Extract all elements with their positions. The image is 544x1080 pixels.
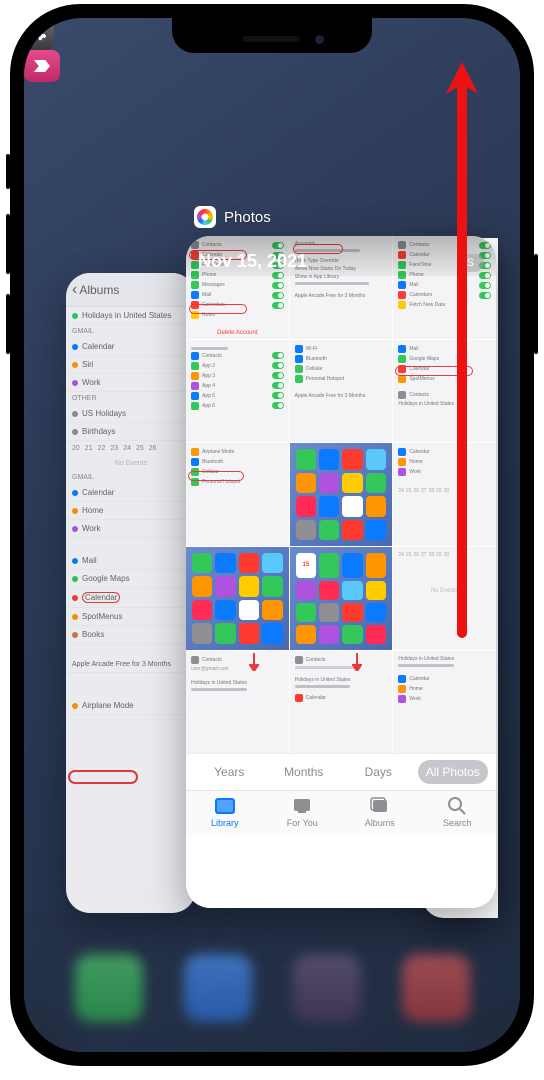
photo-thumb[interactable]: Wi-Fi Bluetooth Cellular Personal Hotspo… <box>290 340 393 443</box>
photo-thumb[interactable]: Airplane Mode Bluetooth Cellular Persona… <box>186 443 289 546</box>
switcher-card-photos[interactable]: Nov 15, 2021 S Contacts Calendar FaceTim… <box>186 236 496 908</box>
photo-thumb[interactable]: Contacts App 2 App 3 App 4 App 5 App 6 <box>186 340 289 443</box>
segment-months[interactable]: Months <box>269 760 340 784</box>
dock-app-1 <box>75 954 143 1022</box>
for-you-icon <box>291 796 313 816</box>
switcher-card-background-app[interactable]: ‹ Albums Holidays in United States GMAIL… <box>66 273 196 913</box>
photos-select-button[interactable]: S <box>457 254 484 272</box>
segment-all-photos[interactable]: All Photos <box>418 760 489 784</box>
photo-thumb[interactable]: Contacts user@gmail.com Holidays in Unit… <box>186 651 289 754</box>
photo-thumb-homescreen[interactable] <box>186 547 289 650</box>
photos-date-header: Nov 15, 2021 S <box>186 236 496 276</box>
photo-thumb[interactable]: 24252627282930 No Events <box>393 547 496 650</box>
screen: Photos ‹ Albums Holidays in United State… <box>24 18 520 1052</box>
library-icon <box>214 796 236 816</box>
dock-app-3 <box>293 954 361 1022</box>
segment-years[interactable]: Years <box>194 760 265 784</box>
switcher-app-settings-icon[interactable] <box>24 18 54 50</box>
search-icon <box>446 796 468 816</box>
photos-app-icon <box>194 206 216 228</box>
switcher-photos-header: Photos <box>194 206 271 228</box>
photos-segment-control[interactable]: Years Months Days All Photos <box>186 753 496 790</box>
notch <box>172 18 372 53</box>
photo-thumb[interactable]: Mail Google Maps Calendar SpotMenus Cont… <box>393 340 496 443</box>
back-nav[interactable]: ‹ Albums <box>66 273 196 307</box>
photo-thumb-homescreen[interactable] <box>290 443 393 546</box>
switcher-app-shortcuts-icon[interactable] <box>24 50 60 82</box>
home-dock-blur <box>24 912 520 1052</box>
photo-thumb[interactable]: Holidays in United States Calendar Home … <box>393 651 496 754</box>
photos-tab-bar: Library For You Albums <box>186 790 496 836</box>
photos-grid[interactable]: Contacts Calendar FaceTime Phone Message… <box>186 236 496 753</box>
segment-days[interactable]: Days <box>343 760 414 784</box>
photo-thumb[interactable]: Calendar Home Work 24252627282930 <box>393 443 496 546</box>
dock-app-4 <box>402 954 470 1022</box>
switcher-app-label: Photos <box>224 209 271 226</box>
photos-date-title: Nov 15, 2021 <box>198 251 307 272</box>
albums-icon <box>369 796 391 816</box>
tab-albums[interactable]: Albums <box>341 796 419 828</box>
tab-library[interactable]: Library <box>186 796 264 828</box>
dock-app-2 <box>184 954 252 1022</box>
photo-thumb-homescreen[interactable]: 15 <box>290 547 393 650</box>
iphone-frame: Photos ‹ Albums Holidays in United State… <box>10 4 534 1066</box>
photo-thumb[interactable]: Contacts Holidays in United States Calen… <box>290 651 393 754</box>
tab-search[interactable]: Search <box>419 796 497 828</box>
back-button-label: Albums <box>79 283 119 297</box>
tab-for-you[interactable]: For You <box>264 796 342 828</box>
